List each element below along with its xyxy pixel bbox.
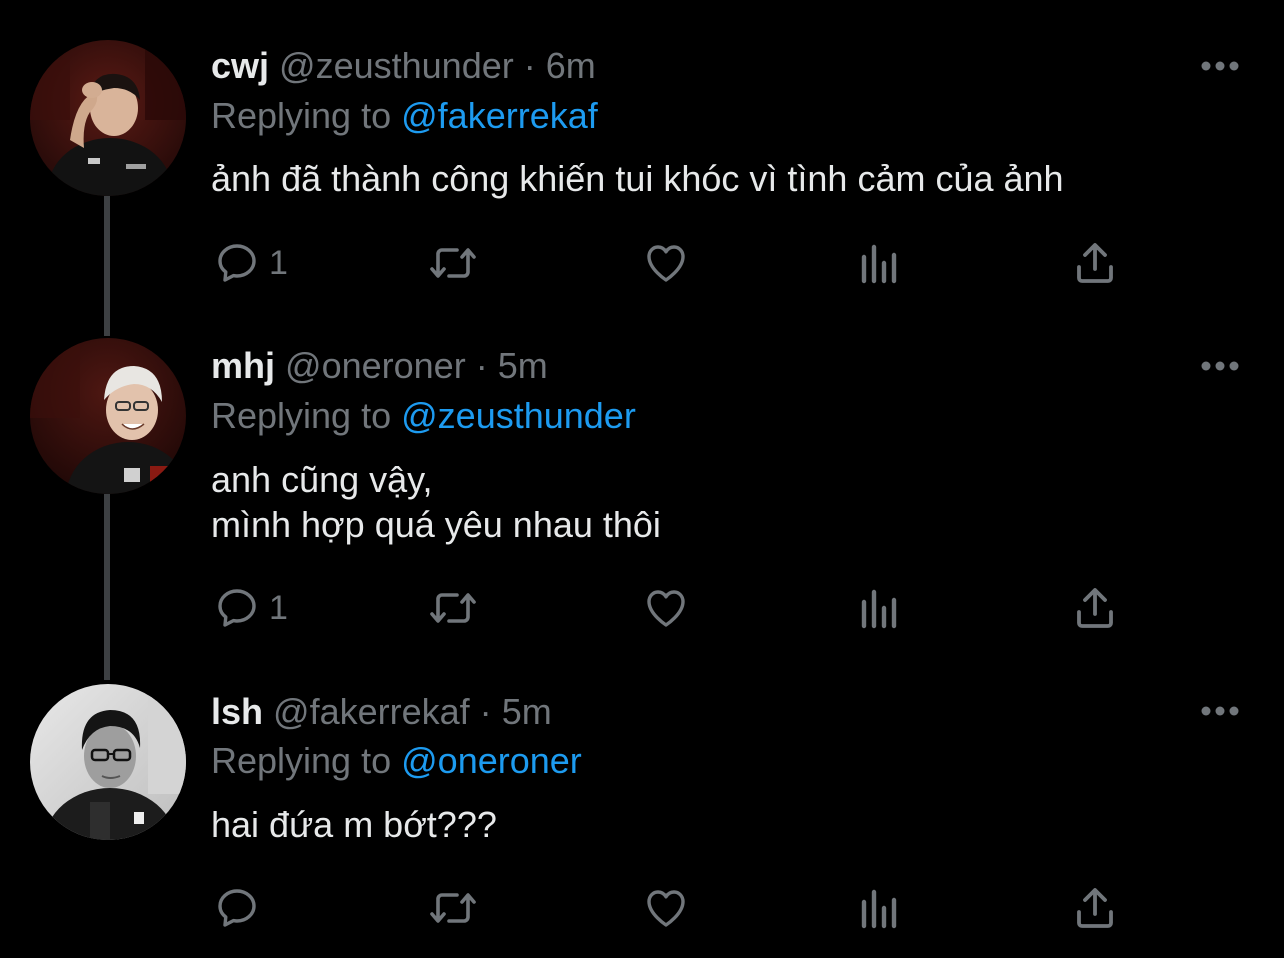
tweet-text-line: hai đứa m bớt???: [211, 804, 497, 845]
tweet-text-line: ảnh đã thành công khiến tui khóc vì tình…: [211, 158, 1064, 199]
avatar[interactable]: [30, 338, 186, 494]
reply-button[interactable]: 1: [213, 583, 288, 633]
replying-to: Replying to @zeusthunder: [211, 396, 636, 436]
reply-button[interactable]: 1: [213, 238, 288, 288]
separator-dot: ·: [523, 45, 536, 86]
timestamp[interactable]: 5m: [502, 691, 552, 732]
reply-count: 1: [269, 244, 288, 282]
reply-button[interactable]: [213, 883, 269, 933]
like-button[interactable]: [641, 583, 691, 633]
tweet-text-line: anh cũng vậy,: [211, 459, 433, 500]
mention-link[interactable]: @oneroner: [401, 740, 582, 781]
share-icon: [1077, 888, 1113, 928]
more-options-icon[interactable]: [1200, 705, 1240, 717]
analytics-button[interactable]: [858, 238, 902, 288]
timestamp[interactable]: 6m: [546, 45, 596, 86]
like-icon: [647, 245, 685, 282]
replying-to: Replying to @oneroner: [211, 741, 582, 781]
retweet-button[interactable]: [426, 883, 480, 933]
share-button[interactable]: [1072, 238, 1118, 288]
tweet-text: hai đứa m bớt???: [211, 802, 497, 847]
tweet-actions: [0, 883, 1284, 933]
reply-count: 1: [269, 589, 288, 627]
replying-to: Replying to @fakerrekaf: [211, 96, 598, 136]
tweet-actions: 1: [0, 583, 1284, 633]
retweet-icon: [430, 893, 476, 923]
analytics-button[interactable]: [858, 583, 902, 633]
like-button[interactable]: [641, 238, 691, 288]
retweet-icon: [430, 593, 476, 623]
retweet-icon: [430, 248, 476, 278]
like-button[interactable]: [641, 883, 691, 933]
retweet-button[interactable]: [426, 583, 480, 633]
display-name[interactable]: cwj: [211, 45, 269, 86]
more-options-icon[interactable]: [1200, 60, 1240, 72]
mention-link[interactable]: @fakerrekaf: [401, 95, 598, 136]
retweet-button[interactable]: [426, 238, 480, 288]
share-button[interactable]: [1072, 583, 1118, 633]
timestamp[interactable]: 5m: [498, 345, 548, 386]
avatar[interactable]: [30, 684, 186, 840]
display-name[interactable]: lsh: [211, 691, 263, 732]
analytics-button[interactable]: [858, 883, 902, 933]
user-handle[interactable]: @fakerrekaf: [273, 691, 470, 732]
analytics-icon: [861, 589, 897, 629]
like-icon: [647, 590, 685, 627]
share-icon: [1077, 588, 1113, 628]
tweet-header: mhj @oneroner · 5m: [211, 346, 548, 386]
replying-to-label: Replying to: [211, 95, 392, 136]
tweet-text: anh cũng vậy, mình hợp quá yêu nhau thôi: [211, 457, 661, 547]
reply-icon: [218, 244, 256, 282]
like-icon: [647, 890, 685, 927]
mention-link[interactable]: @zeusthunder: [401, 395, 636, 436]
analytics-icon: [861, 244, 897, 284]
separator-dot: ·: [475, 345, 488, 386]
tweet-header: cwj @zeusthunder · 6m: [211, 46, 596, 86]
reply-icon: [218, 889, 256, 927]
display-name[interactable]: mhj: [211, 345, 275, 386]
user-handle[interactable]: @zeusthunder: [279, 45, 514, 86]
tweet-actions: 1: [0, 238, 1284, 288]
avatar[interactable]: [30, 40, 186, 196]
tweet-header: lsh @fakerrekaf · 5m: [211, 692, 552, 732]
reply-icon: [218, 589, 256, 627]
more-options-icon[interactable]: [1200, 360, 1240, 372]
share-icon: [1077, 243, 1113, 283]
user-handle[interactable]: @oneroner: [285, 345, 466, 386]
replying-to-label: Replying to: [211, 395, 392, 436]
tweet-text: ảnh đã thành công khiến tui khóc vì tình…: [211, 156, 1064, 201]
share-button[interactable]: [1072, 883, 1118, 933]
tweet-text-line: mình hợp quá yêu nhau thôi: [211, 504, 661, 545]
analytics-icon: [861, 889, 897, 929]
replying-to-label: Replying to: [211, 740, 392, 781]
separator-dot: ·: [479, 691, 492, 732]
